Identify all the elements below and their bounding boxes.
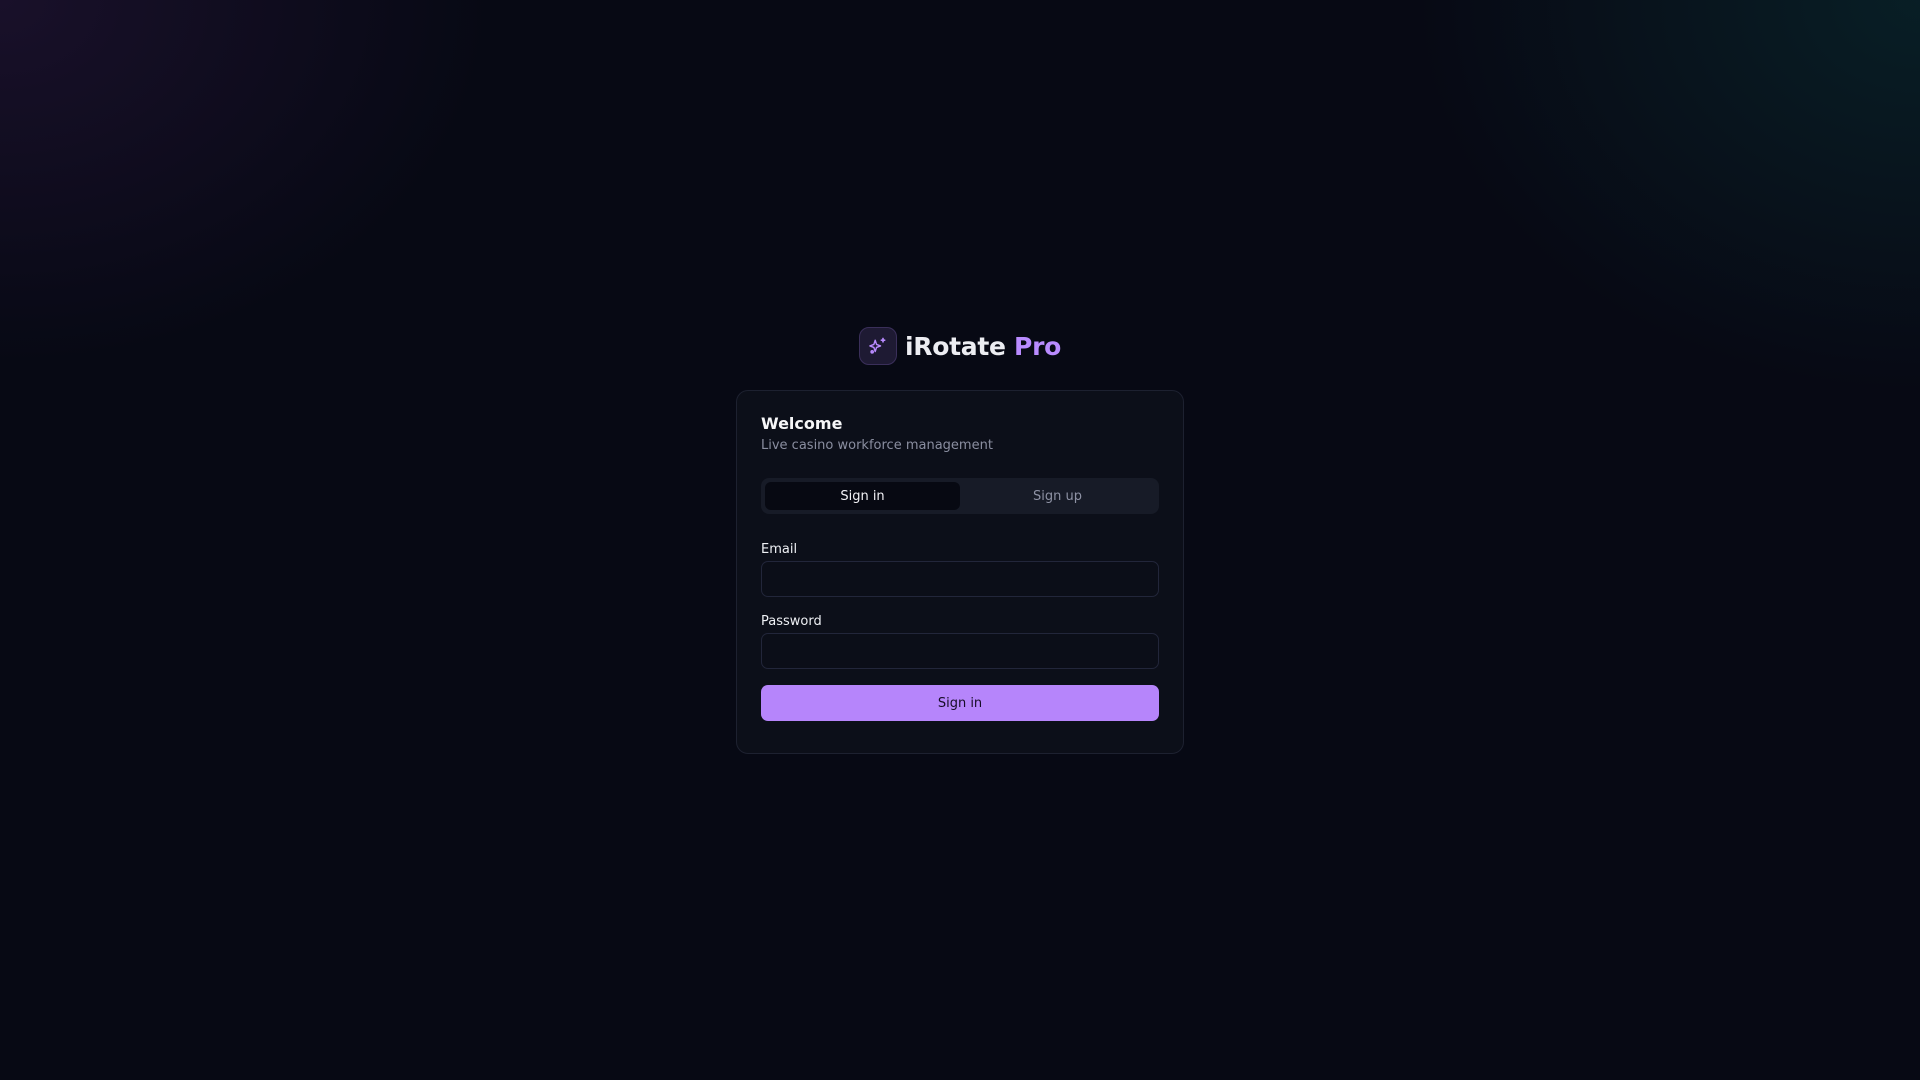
brand-name: iRotate Pro (905, 332, 1061, 361)
email-label: Email (761, 542, 798, 557)
tab-sign-up[interactable]: Sign up (960, 482, 1155, 510)
brand-name-main: iRotate (905, 331, 1006, 361)
password-label: Password (761, 614, 822, 629)
password-field[interactable] (761, 633, 1159, 669)
brand-logo (859, 327, 898, 365)
card-title: Welcome (761, 414, 843, 433)
sparkles-icon (869, 337, 886, 354)
brand-name-accent: Pro (1014, 331, 1061, 361)
sign-in-button[interactable]: Sign in (761, 685, 1159, 721)
card-subtitle: Live casino workforce management (761, 438, 993, 453)
auth-card: Welcome Live casino workforce management… (736, 390, 1184, 754)
tab-sign-in[interactable]: Sign in (765, 482, 960, 510)
brand-header: iRotate Pro (0, 326, 1920, 366)
auth-tabs: Sign in Sign up (761, 478, 1159, 514)
email-field[interactable] (761, 561, 1159, 597)
